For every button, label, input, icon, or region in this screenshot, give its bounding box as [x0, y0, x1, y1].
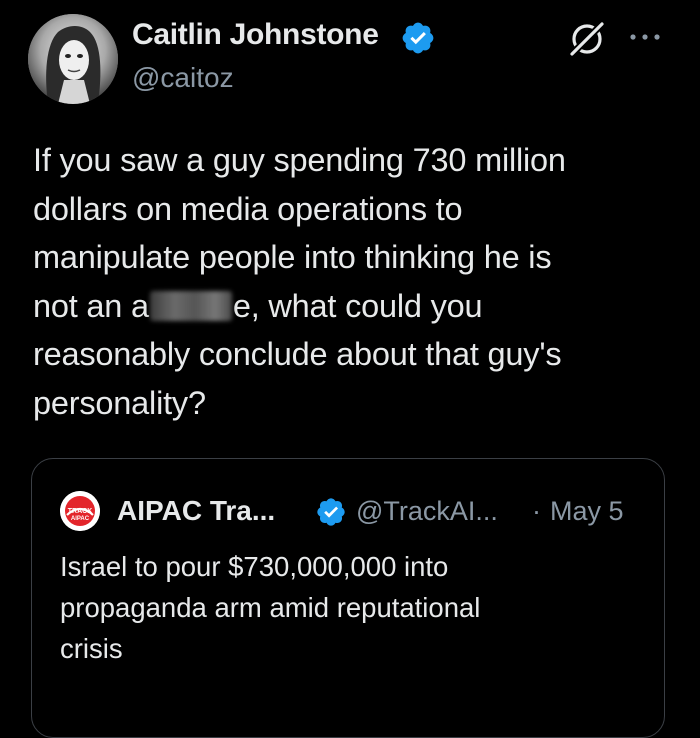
author-avatar[interactable] — [28, 14, 118, 104]
quoted-author-handle[interactable]: @TrackAI... — [356, 496, 498, 527]
verified-badge-icon — [402, 22, 434, 54]
censored-word-blur — [149, 290, 232, 321]
quoted-post-card[interactable]: TRACK AIPAC AIPAC Tra... @TrackAI... · M… — [31, 458, 665, 738]
quoted-text-line: propaganda arm amid reputational — [60, 592, 481, 623]
quoted-post-text: Israel to pour $730,000,000 into propaga… — [60, 546, 650, 669]
author-handle[interactable]: @caitoz — [132, 62, 234, 94]
post-text-line: dollars on media operations to — [33, 190, 463, 227]
post-text-line: personality? — [33, 384, 206, 421]
more-options-icon[interactable] — [625, 30, 665, 44]
quoted-author-avatar[interactable]: TRACK AIPAC — [60, 491, 100, 531]
quoted-post-date[interactable]: May 5 — [550, 496, 624, 527]
quoted-text-line: Israel to pour $730,000,000 into — [60, 551, 449, 582]
quoted-author-name[interactable]: AIPAC Tra... — [117, 495, 275, 527]
quoted-text-line: crisis — [60, 633, 123, 664]
logo-text: AIPAC — [71, 516, 90, 522]
logo-text: TRACK — [68, 508, 93, 515]
post-text-line: reasonably conclude about that guy's — [33, 336, 562, 372]
meta-separator: · — [532, 496, 541, 526]
author-display-name[interactable]: Caitlin Johnstone — [132, 18, 379, 52]
post-text-fragment: e, what could you — [232, 287, 483, 324]
post-text-line: not an a e, what could you — [33, 282, 673, 331]
track-aipac-logo-icon: TRACK AIPAC — [60, 491, 100, 531]
post-text-line: manipulate people into thinking he is — [33, 239, 552, 275]
post-text-fragment: not an a — [33, 287, 149, 324]
post-text: If you saw a guy spending 730 million do… — [33, 136, 673, 427]
grok-icon[interactable] — [566, 18, 608, 60]
verified-badge-icon — [317, 498, 345, 526]
portrait-image — [28, 14, 118, 104]
post-text-line: If you saw a guy spending 730 million — [33, 142, 566, 178]
post-card: Caitlin Johnstone @caitoz If you saw a g… — [0, 0, 700, 738]
